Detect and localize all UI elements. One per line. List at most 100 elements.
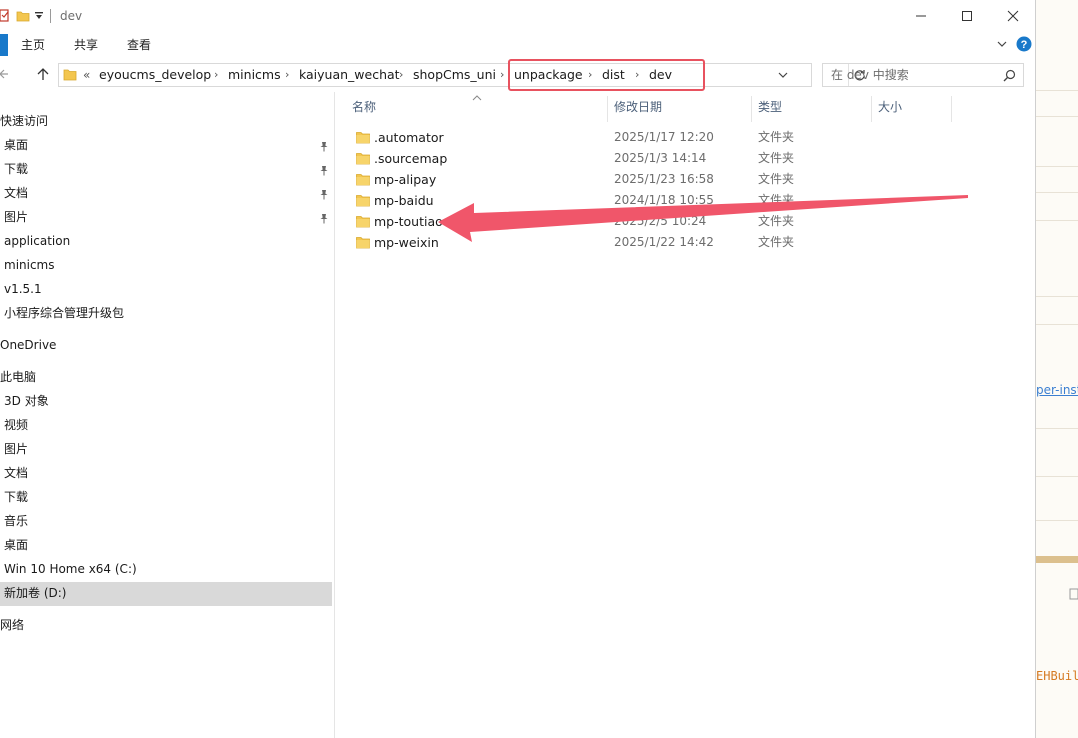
sidebar-item[interactable]: 桌面: [0, 134, 332, 158]
breadcrumb-item[interactable]: shopCms_uni: [413, 64, 496, 86]
column-divider[interactable]: [607, 96, 608, 122]
file-row[interactable]: mp-toutiao 2025/2/5 10:24 文件夹: [350, 211, 1036, 232]
tab-home[interactable]: 主页: [21, 36, 45, 54]
pin-icon[interactable]: [318, 158, 330, 182]
chevron-right-icon[interactable]: ›: [500, 64, 504, 86]
sidebar-item[interactable]: OneDrive: [0, 334, 332, 358]
column-header-size[interactable]: 大小: [878, 96, 902, 120]
background-link[interactable]: per-inst: [1036, 383, 1078, 397]
tab-share[interactable]: 共享: [74, 36, 98, 54]
column-divider[interactable]: [951, 96, 952, 122]
help-icon[interactable]: ?: [1016, 36, 1032, 55]
sidebar-item[interactable]: 图片: [0, 206, 332, 230]
sidebar-item[interactable]: 小程序综合管理升级包: [0, 302, 332, 326]
divider: [1036, 116, 1078, 117]
file-row[interactable]: .automator 2025/1/17 12:20 文件夹: [350, 127, 1036, 148]
sidebar-item-label: 音乐: [4, 514, 29, 528]
sidebar-item-label: 此电脑: [0, 370, 37, 384]
search-placeholder: 在 dev 中搜索: [831, 68, 909, 82]
copy-icon[interactable]: [1068, 588, 1078, 605]
file-row[interactable]: mp-alipay 2025/1/23 16:58 文件夹: [350, 169, 1036, 190]
properties-icon[interactable]: [0, 0, 12, 32]
column-header-type[interactable]: 类型: [758, 96, 782, 120]
divider: [1036, 192, 1078, 193]
quick-access-dropdown-icon[interactable]: [34, 0, 44, 32]
sidebar-item-label: 下载: [4, 162, 29, 176]
ribbon-tabs: 主页 共享 查看 ?: [0, 32, 1036, 58]
chevron-right-icon[interactable]: ›: [214, 64, 218, 86]
sidebar-item[interactable]: 文档: [0, 462, 332, 486]
pin-icon[interactable]: [318, 206, 330, 230]
sidebar-item[interactable]: 3D 对象: [0, 390, 332, 414]
search-input[interactable]: 在 dev 中搜索: [822, 63, 1024, 87]
sidebar-item[interactable]: 音乐: [0, 510, 332, 534]
file-tab[interactable]: [0, 34, 8, 56]
sidebar-item[interactable]: 下载: [0, 158, 332, 182]
sidebar-item[interactable]: 桌面: [0, 534, 332, 558]
divider: [1036, 324, 1078, 325]
file-type: 文件夹: [758, 151, 795, 165]
file-explorer-window: dev 主页 共享 查看 ? « eyoucms_develop › minic…: [0, 0, 1036, 738]
divider: [1036, 90, 1078, 91]
address-dropdown-icon[interactable]: [777, 69, 789, 84]
sidebar-item-label: 快速访问: [0, 114, 49, 128]
search-icon[interactable]: [1003, 69, 1016, 85]
sidebar-item[interactable]: 文档: [0, 182, 332, 206]
tab-view[interactable]: 查看: [127, 36, 151, 54]
sidebar-item[interactable]: 网络: [0, 614, 332, 638]
file-row[interactable]: mp-weixin 2025/1/22 14:42 文件夹: [350, 232, 1036, 253]
file-modified: 2025/1/17 12:20: [614, 130, 714, 144]
file-modified: 2025/1/3 14:14: [614, 151, 707, 165]
divider: [1036, 476, 1078, 477]
expand-ribbon-icon[interactable]: [996, 38, 1008, 53]
sidebar-item-label: minicms: [4, 258, 55, 272]
maximize-button[interactable]: [944, 0, 990, 32]
pin-icon[interactable]: [318, 182, 330, 206]
column-header-name[interactable]: 名称: [352, 96, 376, 120]
sidebar-item[interactable]: 下载: [0, 486, 332, 510]
sidebar-item[interactable]: 快速访问: [0, 110, 332, 134]
breadcrumb-item[interactable]: minicms: [228, 64, 281, 86]
sidebar-item-label: OneDrive: [0, 338, 57, 352]
breadcrumb-overflow[interactable]: «: [83, 64, 90, 86]
sidebar-item-label: 新加卷 (D:): [4, 586, 67, 600]
file-name: .sourcemap: [374, 151, 448, 166]
chevron-right-icon[interactable]: ›: [285, 64, 289, 86]
folder-icon: [16, 0, 30, 32]
close-button[interactable]: [990, 0, 1036, 32]
file-type: 文件夹: [758, 130, 795, 144]
pin-icon[interactable]: [318, 134, 330, 158]
sidebar-item[interactable]: Win 10 Home x64 (C:): [0, 558, 332, 582]
sidebar-item[interactable]: application: [0, 230, 332, 254]
background-bar: [1036, 556, 1078, 563]
background-code-text: EHBuil: [1036, 669, 1078, 683]
file-modified: 2025/1/22 14:42: [614, 235, 714, 249]
file-name: mp-toutiao: [374, 214, 443, 229]
minimize-button[interactable]: [898, 0, 944, 32]
column-divider[interactable]: [871, 96, 872, 122]
pane-divider[interactable]: [334, 92, 335, 738]
divider: [1036, 520, 1078, 521]
up-arrow-icon[interactable]: [37, 68, 49, 84]
sidebar-item-label: Win 10 Home x64 (C:): [4, 562, 137, 576]
sidebar-item-label: 视频: [4, 418, 29, 432]
back-arrow-icon[interactable]: [0, 68, 10, 83]
file-row[interactable]: mp-baidu 2024/1/18 10:55 文件夹: [350, 190, 1036, 211]
sidebar-item[interactable]: 图片: [0, 438, 332, 462]
sidebar-item[interactable]: 视频: [0, 414, 332, 438]
breadcrumb-item[interactable]: eyoucms_develop: [99, 64, 211, 86]
file-row[interactable]: .sourcemap 2025/1/3 14:14 文件夹: [350, 148, 1036, 169]
breadcrumb-item[interactable]: kaiyuan_wechat: [299, 64, 400, 86]
sidebar-item-label: application: [4, 234, 71, 248]
sidebar-item[interactable]: 新加卷 (D:): [0, 582, 332, 606]
sidebar-item-label: 文档: [4, 466, 29, 480]
sidebar-item[interactable]: minicms: [0, 254, 332, 278]
highlight-box: [508, 59, 705, 91]
sidebar-item[interactable]: v1.5.1: [0, 278, 332, 302]
column-divider[interactable]: [751, 96, 752, 122]
sidebar-item[interactable]: 此电脑: [0, 366, 332, 390]
file-type: 文件夹: [758, 214, 795, 228]
chevron-right-icon[interactable]: ›: [399, 64, 403, 86]
folder-icon: [356, 130, 370, 144]
column-header-modified[interactable]: 修改日期: [614, 96, 662, 120]
